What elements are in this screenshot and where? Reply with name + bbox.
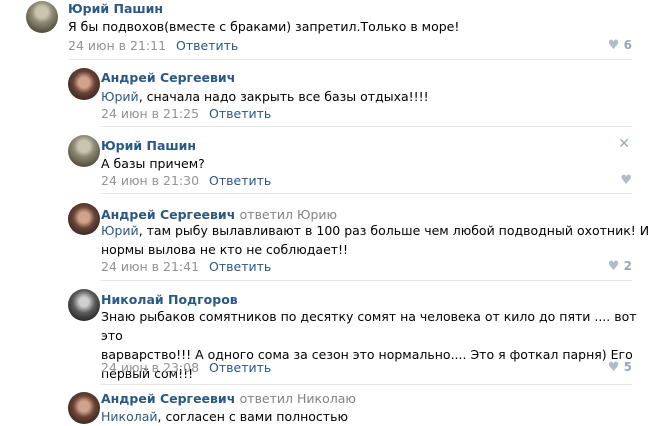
comment-meta: 24 июн в 21:30 Ответить [101, 173, 271, 188]
comment-time[interactable]: 24 июн в 21:41 [101, 259, 199, 274]
divider [68, 59, 632, 60]
comment-text: Николай, согласен с вами полностью [101, 407, 348, 426]
mention-link[interactable]: Николай [101, 409, 158, 424]
comment-meta: 24 июн в 21:25 Ответить [101, 106, 271, 121]
comment-body: , сначала надо закрыть все базы отдыха!!… [138, 89, 429, 104]
comment: Юрий Пашин Я бы подвохов(вместе с бракам… [0, 0, 656, 60]
heart-icon: ♥ [607, 360, 620, 375]
mention-link[interactable]: Юрий [101, 89, 139, 104]
divider [100, 193, 632, 194]
comment-text: Я бы подвохов(вместе с браками) запретил… [68, 19, 460, 34]
reply-button[interactable]: Ответить [209, 173, 271, 188]
like-count: 6 [623, 38, 632, 52]
reply-button[interactable]: Ответить [176, 38, 238, 53]
comment-text: Юрий, сначала надо закрыть все базы отды… [101, 87, 429, 106]
close-icon[interactable]: ✕ [618, 136, 630, 152]
heart-icon: ♥ [607, 259, 620, 274]
avatar[interactable] [68, 135, 100, 167]
divider [100, 126, 632, 127]
avatar[interactable] [26, 1, 58, 33]
avatar[interactable] [68, 203, 100, 235]
comment-body: , там рыбу вылавливают в 100 раз больше … [101, 223, 650, 257]
avatar[interactable] [68, 68, 100, 100]
replied-to[interactable]: ответил Юрию [240, 207, 337, 222]
avatar[interactable] [68, 289, 100, 321]
comment: Андрей Сергеевич ответил Юрию Юрий, там … [0, 201, 656, 281]
reply-button[interactable]: Ответить [209, 259, 271, 274]
reply-button[interactable]: Ответить [209, 360, 271, 375]
comment-body: , согласен с вами полностью [157, 409, 348, 424]
comment-author[interactable]: Андрей Сергеевич ответил Юрию [101, 207, 337, 222]
comment-author[interactable]: Юрий Пашин [101, 138, 196, 153]
comment-author[interactable]: Николай Подгоров [101, 292, 238, 307]
divider [100, 384, 632, 385]
author-name[interactable]: Андрей Сергеевич [101, 207, 235, 222]
comment-author[interactable]: Юрий Пашин [68, 1, 163, 16]
comment-meta: 24 июн в 21:11 Ответить [68, 38, 238, 53]
comment-text: Юрий, там рыбу вылавливают в 100 раз бол… [101, 221, 649, 259]
reply-button[interactable]: Ответить [209, 106, 271, 121]
comment-time[interactable]: 24 июн в 21:11 [68, 38, 166, 53]
comment-meta: 24 июн в 21:41 Ответить [101, 259, 271, 274]
heart-icon: ♥ [607, 38, 620, 53]
like-count: 2 [623, 259, 632, 273]
comment: Юрий Пашин А базы причем? 24 июн в 21:30… [0, 133, 656, 193]
replied-to[interactable]: ответил Николаю [240, 391, 356, 406]
comment-time[interactable]: 24 июн в 21:25 [101, 106, 199, 121]
heart-icon: ♥ [620, 173, 632, 188]
comment-author[interactable]: Андрей Сергеевич [101, 70, 235, 85]
like-button[interactable]: ♥ 2 [608, 259, 632, 274]
comment-text: А базы причем? [101, 156, 205, 171]
comment-author[interactable]: Андрей Сергеевич ответил Николаю [101, 391, 356, 406]
comment-time[interactable]: 24 июн в 21:30 [101, 173, 199, 188]
comment-time[interactable]: 24 июн в 23:08 [101, 360, 199, 375]
divider [100, 280, 632, 281]
like-button[interactable]: ♥ 6 [608, 38, 632, 53]
like-count: 5 [623, 360, 632, 374]
like-button[interactable]: ♥ 5 [608, 360, 632, 375]
like-button[interactable]: ♥ [620, 173, 632, 188]
comment: Николай Подгоров Знаю рыбаков сомятников… [0, 288, 656, 388]
avatar[interactable] [68, 392, 100, 424]
comment-meta: 24 июн в 23:08 Ответить [101, 360, 271, 375]
mention-link[interactable]: Юрий [101, 223, 139, 238]
comment: Андрей Сергеевич ответил Николаю Николай… [0, 390, 656, 424]
author-name[interactable]: Андрей Сергеевич [101, 391, 235, 406]
comment: Андрей Сергеевич Юрий, сначала надо закр… [0, 66, 656, 126]
